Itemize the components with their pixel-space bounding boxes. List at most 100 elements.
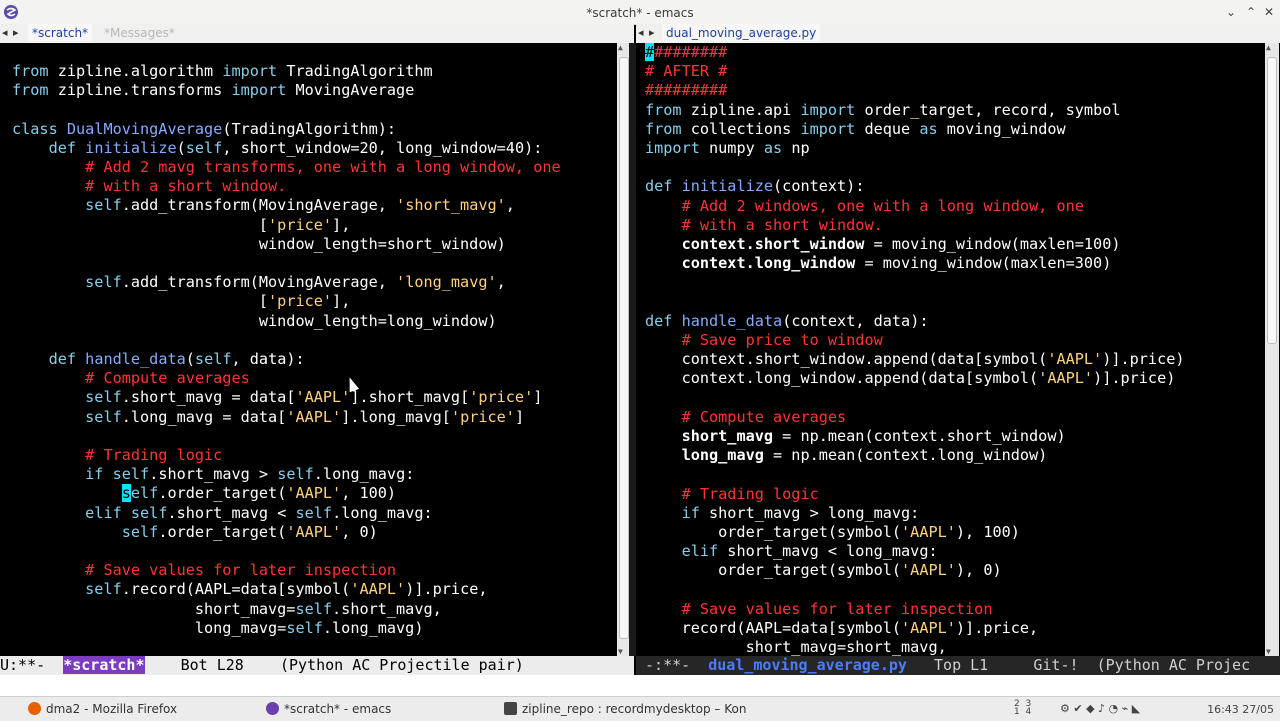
code-line[interactable]: from zipline.algorithm import TradingAlg… <box>12 62 561 81</box>
left-code-buffer[interactable]: from zipline.algorithm import TradingAlg… <box>12 62 561 638</box>
modeline-buffer-name[interactable]: *scratch* <box>63 656 145 674</box>
scroll-down-icon[interactable]: ▼ <box>618 647 623 656</box>
tab-scroll-arrows[interactable]: ◂ ▸ <box>2 26 20 39</box>
code-line[interactable]: from zipline.transforms import MovingAve… <box>12 81 561 100</box>
code-line[interactable] <box>645 389 1185 408</box>
code-line[interactable]: self.short_mavg = data['AAPL'].short_mav… <box>12 388 561 407</box>
code-line[interactable]: context.short_window = moving_window(max… <box>645 235 1185 254</box>
code-token: .long_mavg) <box>322 618 424 637</box>
code-line[interactable]: order_target(symbol('AAPL'), 100) <box>645 523 1185 542</box>
virtual-desktop-pager[interactable]: 2 3 1 4 <box>1014 700 1031 717</box>
code-token: 'price' <box>469 388 534 407</box>
scroll-up-icon[interactable]: ▲ <box>1266 43 1271 52</box>
code-line[interactable]: # Save price to window <box>645 331 1185 350</box>
code-line[interactable] <box>12 427 561 446</box>
left-tabbar: ◂ ▸ *scratch* *Messages* <box>0 24 634 43</box>
code-line[interactable]: window_length=long_window) <box>12 312 561 331</box>
code-line[interactable]: class DualMovingAverage(TradingAlgorithm… <box>12 120 561 139</box>
right-editor-pane[interactable]: ######### # AFTER # ######### from zipline.… <box>636 43 1250 656</box>
code-line[interactable]: # AFTER # <box>645 62 1185 81</box>
scroll-up-icon[interactable]: ▲ <box>618 43 623 52</box>
code-line[interactable]: ['price'], <box>12 292 561 311</box>
code-line[interactable]: if short_mavg > long_mavg: <box>645 504 1185 523</box>
code-line[interactable]: if self.short_mavg > self.long_mavg: <box>12 465 561 484</box>
code-line[interactable]: short_mavg=short_mavg, <box>645 638 1185 656</box>
code-line[interactable]: def initialize(context): <box>645 177 1185 196</box>
code-token: # with a short window. <box>85 177 287 196</box>
tab-dual-moving-average[interactable]: dual_moving_average.py <box>662 24 821 43</box>
code-line[interactable]: window_length=short_window) <box>12 235 561 254</box>
code-line[interactable]: context.long_window = moving_window(maxl… <box>645 254 1185 273</box>
code-line[interactable]: self.add_transform(MovingAverage, 'short… <box>12 196 561 215</box>
tab-scroll-arrows-right[interactable]: ◂ ▸ <box>638 26 656 39</box>
code-line[interactable]: short_mavg = np.mean(context.short_windo… <box>645 427 1185 446</box>
code-line[interactable]: long_mavg = np.mean(context.long_window) <box>645 446 1185 465</box>
right-scrollbar[interactable]: ▲ ▼ <box>1265 43 1279 656</box>
code-line[interactable]: # Compute averages <box>12 369 561 388</box>
code-line[interactable]: elif self.short_mavg < self.long_mavg: <box>12 504 561 523</box>
code-line[interactable]: def initialize(self, short_window=20, lo… <box>12 139 561 158</box>
code-line[interactable]: import numpy as np <box>645 139 1185 158</box>
code-line[interactable]: from collections import deque as moving_… <box>645 120 1185 139</box>
minibuffer[interactable] <box>0 675 1280 696</box>
code-line[interactable]: self.add_transform(MovingAverage, 'long_… <box>12 273 561 292</box>
code-line[interactable]: from zipline.api import order_target, re… <box>645 101 1185 120</box>
code-line[interactable] <box>645 158 1185 177</box>
code-line[interactable]: long_mavg=self.long_mavg) <box>12 619 561 638</box>
tab-scratch[interactable]: *scratch* <box>28 24 93 43</box>
code-line[interactable]: def handle_data(self, data): <box>12 350 561 369</box>
code-line[interactable] <box>645 581 1185 600</box>
code-line[interactable]: # Save values for later inspection <box>645 600 1185 619</box>
code-line[interactable]: order_target(symbol('AAPL'), 0) <box>645 561 1185 580</box>
code-line[interactable]: self.order_target('AAPL', 0) <box>12 523 561 542</box>
clock[interactable]: 16:43 27/05 <box>1207 703 1274 716</box>
left-scrollbar[interactable]: ▲ ▼ <box>617 43 629 656</box>
code-line[interactable]: # Add 2 windows, one with a long window,… <box>645 197 1185 216</box>
code-line[interactable] <box>12 542 561 561</box>
task-konsole[interactable]: zipline_repo : recordmydesktop – Kon <box>502 701 746 717</box>
close-button[interactable]: ✕ <box>1264 5 1274 19</box>
task-firefox[interactable]: dma2 - Mozilla Firefox <box>26 701 177 717</box>
code-line[interactable]: # Add 2 mavg transforms, one with a long… <box>12 158 560 177</box>
right-code-buffer[interactable]: ######### # AFTER # ######### from zipline.… <box>645 43 1185 656</box>
code-line[interactable]: # with a short window. <box>645 216 1185 235</box>
code-line[interactable]: # Save values for later inspection <box>12 561 561 580</box>
modeline-buffer-name[interactable]: dual_moving_average.py <box>708 656 907 674</box>
code-line[interactable] <box>12 254 561 273</box>
code-line[interactable] <box>12 331 561 350</box>
code-line[interactable]: # Trading logic <box>12 446 561 465</box>
scroll-down-icon[interactable]: ▼ <box>1266 647 1271 656</box>
code-line[interactable]: context.short_window.append(data[symbol(… <box>645 350 1185 369</box>
task-emacs[interactable]: *scratch* - emacs <box>264 701 391 717</box>
tab-messages[interactable]: *Messages* <box>100 24 179 43</box>
code-line[interactable]: elif short_mavg < long_mavg: <box>645 542 1185 561</box>
code-line[interactable] <box>645 465 1185 484</box>
code-line[interactable]: self.order_target('AAPL', 100) <box>12 484 561 503</box>
code-line[interactable]: def handle_data(context, data): <box>645 312 1185 331</box>
code-line[interactable]: context.long_window.append(data[symbol('… <box>645 369 1185 388</box>
right-scroll-thumb[interactable] <box>1267 57 1277 344</box>
left-scroll-thumb[interactable] <box>619 57 629 639</box>
code-line[interactable]: # with a short window. <box>12 177 561 196</box>
code-token: def <box>645 311 673 330</box>
code-line[interactable]: # Trading logic <box>645 485 1185 504</box>
minimize-button[interactable]: ⌄ <box>1226 5 1236 19</box>
code-line[interactable] <box>645 273 1185 292</box>
left-editor-pane[interactable]: from zipline.algorithm import TradingAlg… <box>0 43 608 656</box>
code-line[interactable]: self.record(AAPL=data[symbol('AAPL')].pr… <box>12 580 561 599</box>
code-line[interactable]: ######### <box>645 43 1185 62</box>
code-token: long_mavg <box>681 446 764 465</box>
code-line[interactable]: short_mavg=self.short_mavg, <box>12 600 561 619</box>
tray-icons[interactable]: ⚙ ✔ ◆ ♪ ◔ ⌁ ◣ <box>1060 702 1140 715</box>
code-line[interactable]: # Compute averages <box>645 408 1185 427</box>
code-line[interactable] <box>645 293 1185 312</box>
code-line[interactable]: record(AAPL=data[symbol('AAPL')].price, <box>645 619 1185 638</box>
code-line[interactable]: self.long_mavg = data['AAPL'].long_mavg[… <box>12 408 561 427</box>
maximize-button[interactable]: ⌃ <box>1246 5 1256 19</box>
code-line[interactable] <box>12 100 561 119</box>
code-line[interactable]: ['price'], <box>12 216 561 235</box>
code-line[interactable]: ######### <box>645 81 1185 100</box>
